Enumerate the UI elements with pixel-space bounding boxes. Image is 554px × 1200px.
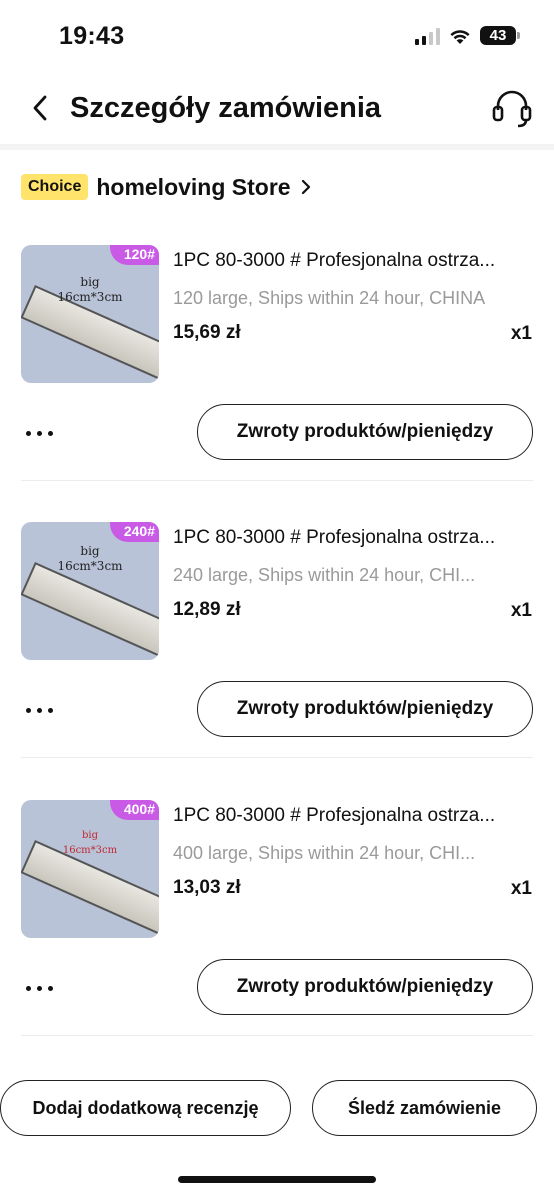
item-divider: [21, 1035, 533, 1036]
chevron-right-icon: [301, 179, 311, 195]
product-image-label: big 16cm*3cm: [57, 275, 123, 304]
status-icons: 43: [415, 26, 520, 45]
item-divider: [21, 480, 533, 481]
product-image[interactable]: big 16cm*3cm 400#: [21, 800, 159, 938]
order-item: big 16cm*3cm 240# 1PC 80-3000 # Profesjon…: [0, 522, 554, 800]
header: Szczegóły zamówienia: [0, 72, 554, 144]
product-quantity: x1: [510, 323, 532, 344]
product-title[interactable]: 1PC 80-3000 # Profesjonalna ostrza...: [173, 804, 535, 828]
more-options-button[interactable]: [26, 423, 62, 443]
product-variant: 120 large, Ships within 24 hour, CHINA: [173, 288, 486, 308]
grit-tag: 120#: [109, 245, 159, 265]
status-time: 19:43: [59, 22, 125, 50]
add-review-button[interactable]: Dodaj dodatkową recenzję: [0, 1080, 291, 1136]
product-image-label: big 16cm*3cm: [62, 830, 118, 856]
choice-badge: Choice: [21, 174, 89, 200]
grit-tag: 400#: [109, 800, 159, 820]
product-price: 12,89 zł: [173, 599, 241, 620]
product-image[interactable]: big 16cm*3cm 240#: [21, 522, 159, 660]
chevron-left-icon: [33, 95, 47, 121]
header-divider: [0, 144, 554, 150]
cellular-signal-icon: [415, 27, 440, 45]
product-price: 13,03 zł: [173, 877, 241, 898]
home-indicator[interactable]: [178, 1176, 376, 1183]
store-name: homeloving Store: [96, 173, 291, 200]
order-item: big 16cm*3cm 120# 1PC 80-3000 # Profesjon…: [0, 245, 554, 523]
store-link[interactable]: Choice homeloving Store: [21, 170, 311, 204]
product-price: 15,69 zł: [173, 322, 241, 343]
status-bar: 19:43 43: [0, 0, 554, 72]
wifi-icon: [450, 29, 470, 44]
back-button[interactable]: [24, 88, 56, 128]
item-divider: [21, 757, 533, 758]
page-title: Szczegóły zamówienia: [70, 92, 382, 124]
bottom-action-bar: Dodaj dodatkową recenzję Śledź zamówieni…: [0, 1062, 554, 1200]
product-title[interactable]: 1PC 80-3000 # Profesjonalna ostrza...: [173, 526, 535, 550]
product-quantity: x1: [510, 878, 532, 899]
product-image[interactable]: big 16cm*3cm 120#: [21, 245, 159, 383]
product-title[interactable]: 1PC 80-3000 # Profesjonalna ostrza...: [173, 249, 535, 273]
grit-tag: 240#: [109, 522, 159, 542]
order-item: big 16cm*3cm 400# 1PC 80-3000 # Profesjon…: [0, 800, 554, 1078]
more-options-button[interactable]: [26, 978, 62, 998]
battery-level: 43: [489, 27, 507, 44]
product-variant: 240 large, Ships within 24 hour, CHI...: [173, 565, 476, 585]
refund-button[interactable]: Zwroty produktów/pieniędzy: [197, 959, 533, 1015]
product-variant: 400 large, Ships within 24 hour, CHI...: [173, 843, 476, 863]
whetstone-graphic: [21, 562, 159, 660]
product-image-label: big 16cm*3cm: [57, 544, 123, 573]
track-order-button[interactable]: Śledź zamówienie: [312, 1080, 537, 1136]
refund-button[interactable]: Zwroty produktów/pieniędzy: [197, 404, 533, 460]
more-options-button[interactable]: [26, 700, 62, 720]
battery-icon: 43: [480, 26, 520, 45]
headset-icon: [492, 90, 532, 128]
product-quantity: x1: [510, 600, 532, 621]
refund-button[interactable]: Zwroty produktów/pieniędzy: [197, 681, 533, 737]
customer-support-button[interactable]: [490, 86, 534, 130]
